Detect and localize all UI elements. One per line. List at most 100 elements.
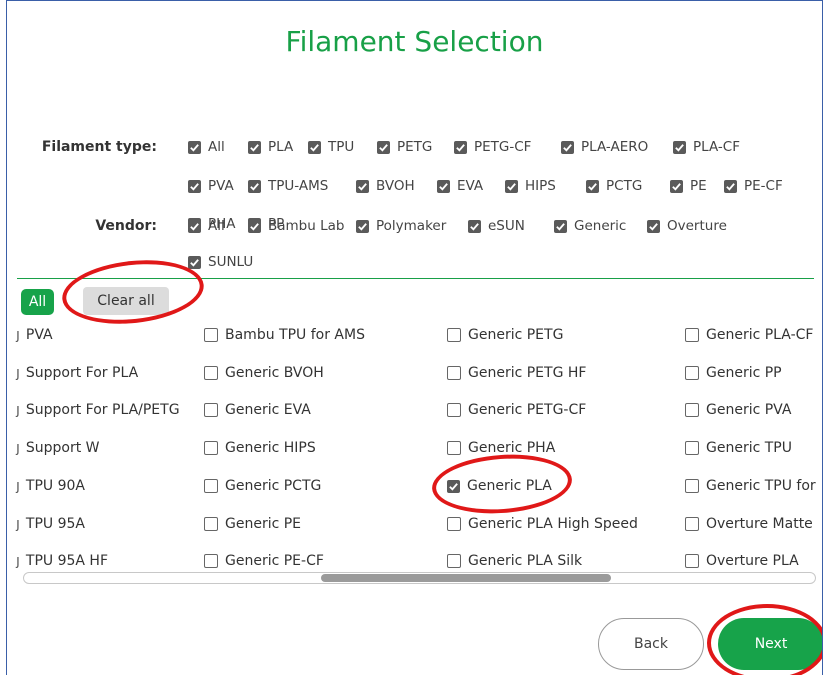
truncated-checkbox-icon: ȷ: [16, 402, 20, 418]
vendor-polymaker[interactable]: Polymaker: [356, 218, 446, 234]
filament-list-item-label: PVA: [25, 327, 53, 343]
filament-list-item[interactable]: ȷ TPU 95A HF: [16, 553, 108, 569]
filament-selection-dialog: Filament Selection Filament type: All PLA…: [6, 0, 823, 675]
filament-type-petg-cf[interactable]: PETG-CF: [454, 139, 531, 155]
filament-list-item[interactable]: Overture PLA: [685, 553, 799, 569]
filament-type-tpu-ams[interactable]: TPU-AMS: [248, 178, 328, 194]
vendor-bambu-lab[interactable]: Bambu Lab: [248, 218, 344, 234]
filament-list-item-label: Generic PE-CF: [225, 553, 324, 569]
checkbox-label: PLA: [268, 139, 294, 155]
filament-list-item[interactable]: ȷ Support W: [16, 440, 100, 456]
checkbox-label: Generic: [574, 218, 627, 234]
checkbox-unchecked-icon: [204, 328, 218, 342]
filament-list-item[interactable]: Bambu TPU for AMS: [204, 327, 365, 343]
checkbox-checked-icon: [505, 179, 518, 193]
filament-type-eva[interactable]: EVA: [437, 178, 483, 194]
checkbox-label: TPU: [328, 139, 355, 155]
filament-list-item-label: Generic PLA Silk: [468, 553, 583, 569]
truncated-checkbox-icon: ȷ: [16, 516, 20, 532]
filament-list-item[interactable]: ȷ PVA: [16, 327, 53, 343]
checkbox-unchecked-icon: [447, 517, 461, 531]
checkbox-checked-icon: [188, 140, 201, 154]
checkbox-checked-icon: [188, 255, 201, 269]
checkbox-checked-icon: [673, 140, 686, 154]
filament-type-pla-aero[interactable]: PLA-AERO: [561, 139, 648, 155]
filament-list-item[interactable]: Generic HIPS: [204, 440, 316, 456]
truncated-checkbox-icon: ȷ: [16, 440, 20, 456]
filament-list-item[interactable]: ȷ TPU 95A: [16, 516, 85, 532]
filament-list-item[interactable]: Generic PE: [204, 516, 301, 532]
filament-list-item[interactable]: Generic PLA: [447, 478, 552, 494]
checkbox-label: PETG-CF: [474, 139, 532, 155]
filament-list-item-label: Support For PLA/PETG: [25, 402, 180, 418]
filament-list-item[interactable]: ȷ TPU 90A: [16, 478, 85, 494]
filament-list-item-label: Generic PETG: [468, 327, 564, 343]
filament-list-item[interactable]: Generic PETG: [447, 327, 563, 343]
filament-list-item[interactable]: Generic BVOH: [204, 365, 324, 381]
filament-list-item[interactable]: Generic PCTG: [204, 478, 321, 494]
filament-list-item-label: Overture PLA: [706, 553, 799, 569]
checkbox-label: TPU-AMS: [268, 178, 329, 194]
vendor-all[interactable]: All: [188, 218, 225, 234]
checkbox-unchecked-icon: [204, 403, 218, 417]
filament-list-item[interactable]: Generic EVA: [204, 402, 311, 418]
filament-type-pla-cf[interactable]: PLA-CF: [673, 139, 740, 155]
filament-type-pe[interactable]: PE: [670, 178, 707, 194]
filament-list-item[interactable]: ȷ Support For PLA/PETG: [16, 402, 180, 418]
filament-type-pva[interactable]: PVA: [188, 178, 234, 194]
filament-list-item[interactable]: ȷ Support For PLA: [16, 365, 138, 381]
filament-list-item-label: Generic TPU: [706, 440, 792, 456]
checkbox-unchecked-icon: [447, 554, 461, 568]
filament-list-item[interactable]: Generic PETG HF: [447, 365, 586, 381]
checkbox-label: All: [208, 218, 225, 234]
filament-list-item[interactable]: Generic TPU: [685, 440, 792, 456]
checkbox-checked-icon: [468, 219, 481, 233]
scrollbar-thumb[interactable]: [321, 574, 611, 582]
checkbox-label: HIPS: [525, 178, 556, 194]
checkbox-checked-icon: [454, 140, 467, 154]
checkbox-checked-icon: [724, 179, 737, 193]
back-button[interactable]: Back: [598, 618, 704, 670]
horizontal-scrollbar[interactable]: [23, 572, 816, 584]
filament-type-pe-cf[interactable]: PE-CF: [724, 178, 783, 194]
filament-list-item[interactable]: Generic PLA High Speed: [447, 516, 638, 532]
next-button[interactable]: Next: [718, 618, 822, 670]
filament-type-bvoh[interactable]: BVOH: [356, 178, 415, 194]
filament-type-pctg[interactable]: PCTG: [586, 178, 642, 194]
checkbox-unchecked-icon: [204, 554, 218, 568]
filament-type-petg[interactable]: PETG: [377, 139, 432, 155]
checkbox-label: All: [208, 139, 225, 155]
filament-list-item-label: Generic PHA: [468, 440, 556, 456]
filament-type-pla[interactable]: PLA: [248, 139, 293, 155]
checkbox-unchecked-icon: [204, 517, 218, 531]
select-all-button[interactable]: All: [21, 289, 54, 315]
checkbox-label: PLA-CF: [693, 139, 740, 155]
checkbox-label: PE: [690, 178, 707, 194]
checkbox-checked-icon: [248, 140, 261, 154]
vendor-overture[interactable]: Overture: [647, 218, 727, 234]
filament-list-item[interactable]: Generic PHA: [447, 440, 555, 456]
filament-list-item-label: Generic EVA: [225, 402, 311, 418]
checkbox-label: Polymaker: [376, 218, 447, 234]
checkbox-unchecked-icon: [204, 441, 218, 455]
checkbox-checked-icon: [248, 179, 261, 193]
filament-type-tpu[interactable]: TPU: [308, 139, 354, 155]
filament-list-item-label: TPU 95A HF: [25, 553, 109, 569]
checkbox-label: PETG: [397, 139, 433, 155]
filament-list-item[interactable]: Generic PE-CF: [204, 553, 324, 569]
filament-list-item[interactable]: Generic PLA-CF: [685, 327, 813, 343]
filament-list-item[interactable]: Overture Matte: [685, 516, 813, 532]
checkbox-checked-icon: [586, 179, 599, 193]
clear-all-button[interactable]: Clear all: [83, 287, 169, 315]
vendor-sunlu[interactable]: SUNLU: [188, 254, 253, 270]
filament-list-item[interactable]: Generic PP: [685, 365, 782, 381]
filament-list-item[interactable]: Generic PLA Silk: [447, 553, 582, 569]
filament-list-item[interactable]: Generic PETG-CF: [447, 402, 586, 418]
filament-list-item[interactable]: Generic TPU for: [685, 478, 816, 494]
filament-type-all[interactable]: All: [188, 139, 225, 155]
filament-list-item[interactable]: Generic PVA: [685, 402, 791, 418]
filament-list-item-label: Generic HIPS: [225, 440, 316, 456]
vendor-generic[interactable]: Generic: [554, 218, 626, 234]
filament-type-hips[interactable]: HIPS: [505, 178, 556, 194]
vendor-esun[interactable]: eSUN: [468, 218, 525, 234]
